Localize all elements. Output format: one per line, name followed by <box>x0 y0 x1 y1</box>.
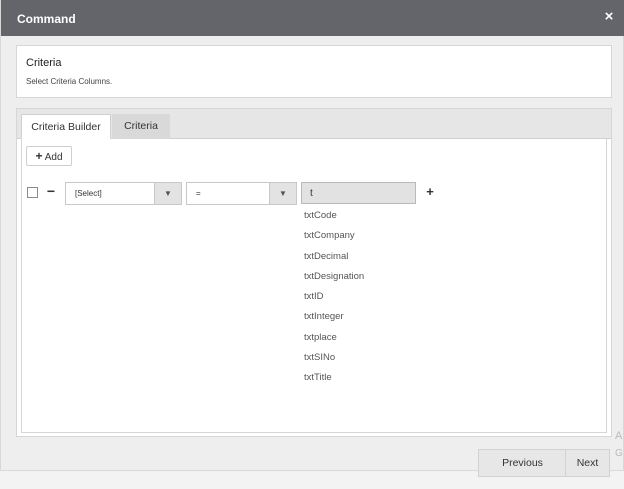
tab-criteria[interactable]: Criteria <box>112 114 170 139</box>
autocomplete-item[interactable]: txtSINo <box>304 348 424 368</box>
add-button-label: Add <box>44 152 63 163</box>
autocomplete-item[interactable]: txtInteger <box>304 307 424 327</box>
tab-criteria-builder[interactable]: Criteria Builder <box>21 114 111 139</box>
plus-icon: + <box>35 149 43 163</box>
operator-select-value: = <box>196 189 201 198</box>
minus-icon[interactable]: − <box>45 183 57 199</box>
criteria-header: Criteria Select Criteria Columns. <box>16 45 612 98</box>
criteria-builder-panel: Criteria Builder Criteria + Add − [Selec… <box>16 108 612 437</box>
chevron-down-icon[interactable]: ▼ <box>269 183 296 204</box>
chevron-down-icon[interactable]: ▼ <box>154 183 181 204</box>
tab-strip: Criteria Builder Criteria <box>17 109 611 139</box>
watermark-text: A <box>615 430 623 442</box>
next-button[interactable]: Next <box>565 449 610 477</box>
autocomplete-item[interactable]: txtplace <box>304 328 424 348</box>
autocomplete-item[interactable]: txtDecimal <box>304 247 424 267</box>
autocomplete-list: txtCode txtCompany txtDecimal txtDesigna… <box>304 206 424 389</box>
previous-button[interactable]: Previous <box>478 449 567 477</box>
autocomplete-item[interactable]: txtCompany <box>304 226 424 246</box>
autocomplete-item[interactable]: txtTitle <box>304 368 424 388</box>
command-dialog: Command × Criteria Select Criteria Colum… <box>0 0 624 470</box>
close-icon[interactable]: × <box>602 9 616 25</box>
field-select-value: [Select] <box>75 189 102 198</box>
plus-icon[interactable]: + <box>424 184 436 200</box>
operator-select[interactable]: = ▼ <box>186 182 297 205</box>
rule-checkbox[interactable] <box>27 187 38 198</box>
autocomplete-item[interactable]: txtID <box>304 287 424 307</box>
field-select[interactable]: [Select] ▼ <box>65 182 182 205</box>
autocomplete-item[interactable]: txtDesignation <box>304 267 424 287</box>
builder-content: + Add − [Select] ▼ = ▼ + txtCode txtComp… <box>21 139 607 433</box>
dialog-title: Command <box>17 12 76 26</box>
criteria-heading: Criteria <box>26 57 62 69</box>
autocomplete-item[interactable]: txtCode <box>304 206 424 226</box>
dialog-titlebar: Command × <box>1 0 624 36</box>
watermark-text: G <box>615 448 623 459</box>
add-button[interactable]: + Add <box>26 146 72 166</box>
criteria-instructions: Select Criteria Columns. <box>26 77 113 86</box>
value-input[interactable] <box>301 182 416 204</box>
